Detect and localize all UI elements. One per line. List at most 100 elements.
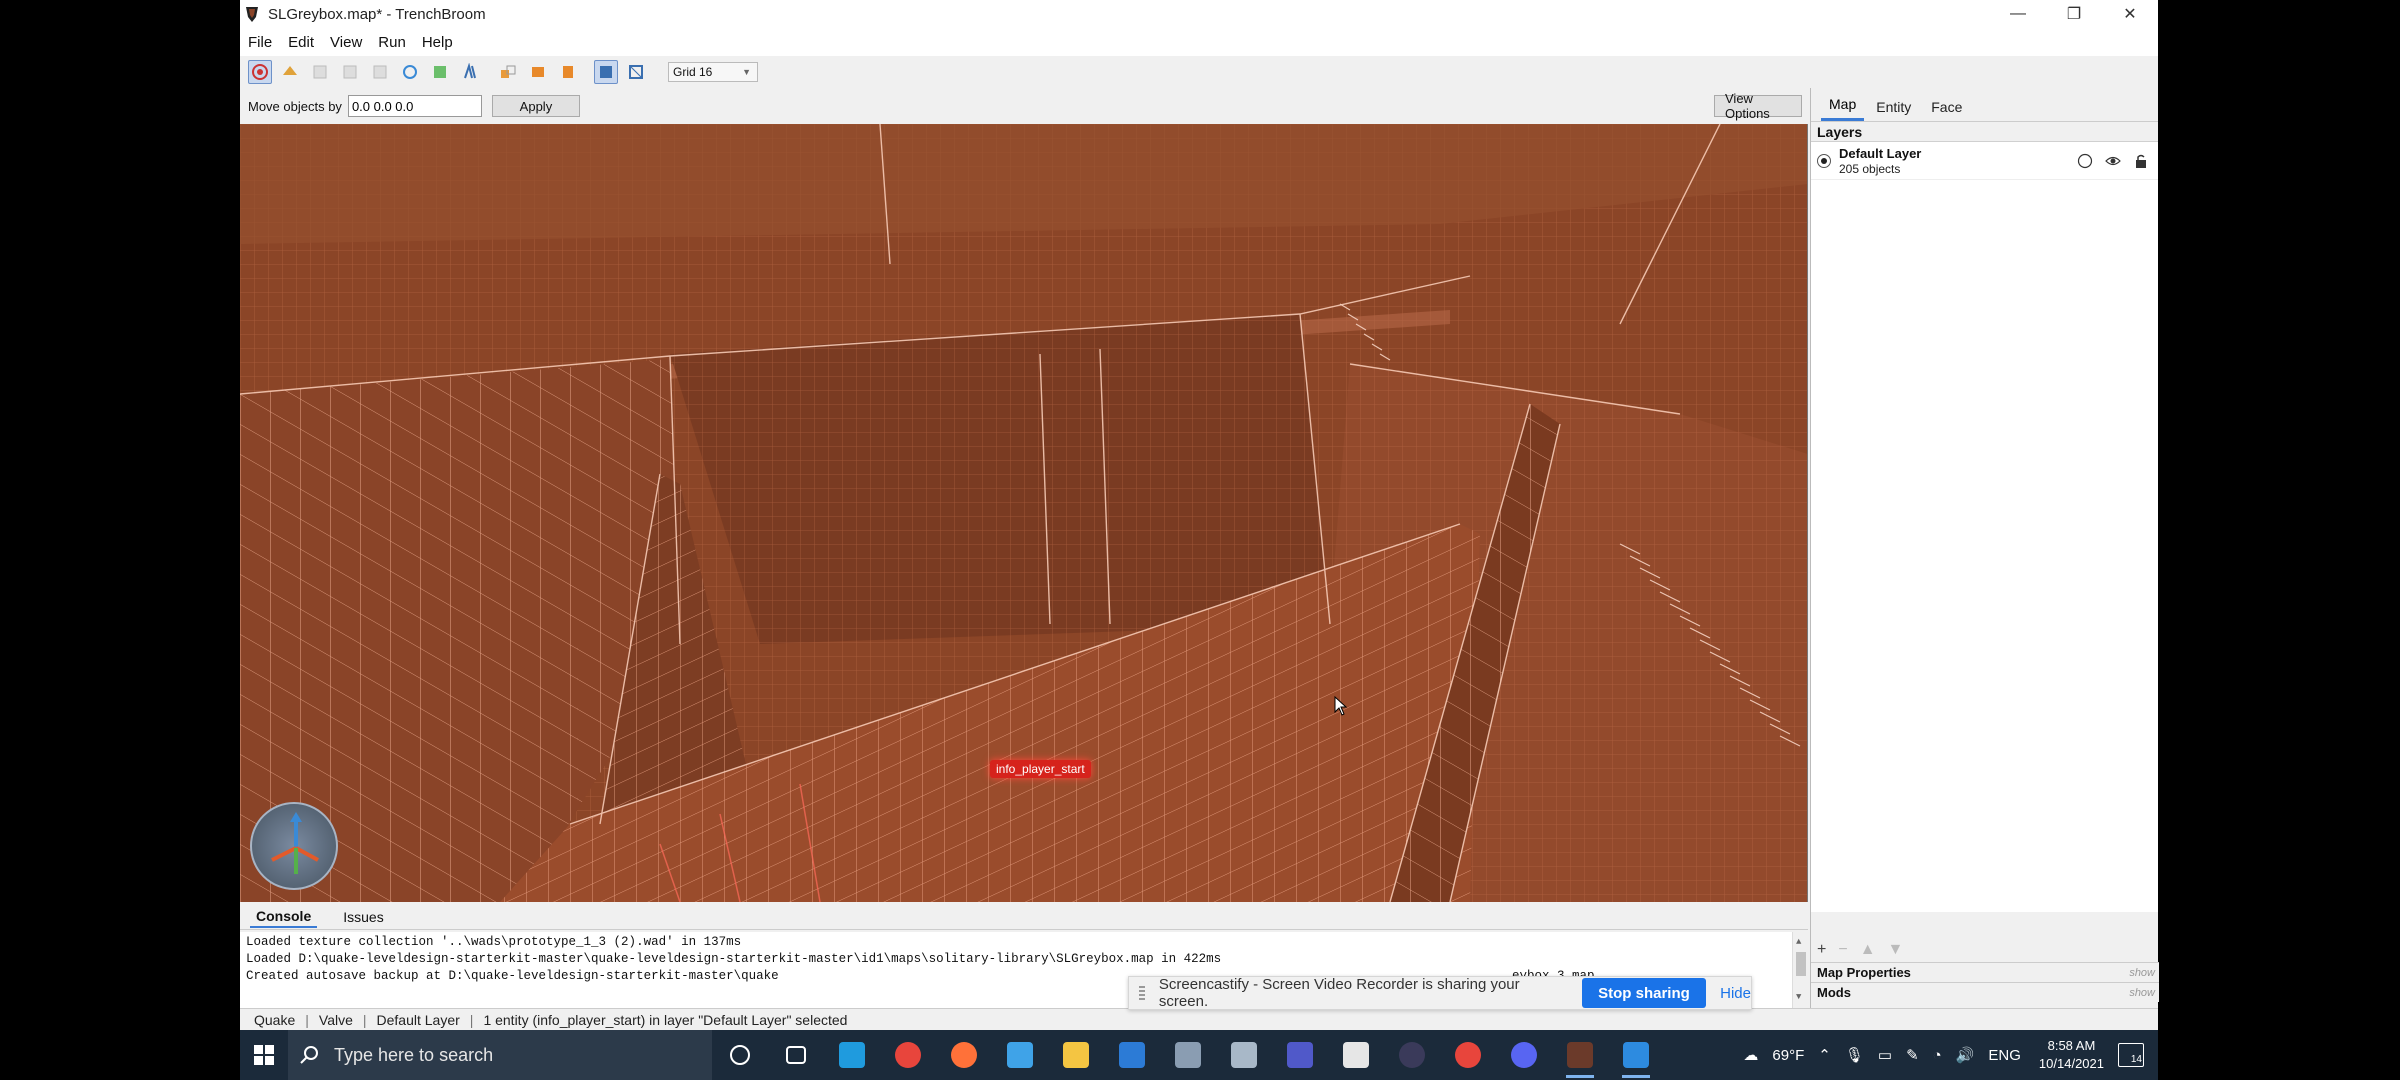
chrome-2-icon	[1455, 1042, 1481, 1068]
gear-app-taskbar-button[interactable]	[1160, 1030, 1216, 1080]
inspector-tabs: Map Entity Face	[1811, 88, 2158, 122]
mail-taskbar-button[interactable]	[1104, 1030, 1160, 1080]
grid-size-value: Grid 16	[673, 65, 713, 79]
active-layer-radio[interactable]	[1817, 153, 1831, 168]
tab-map[interactable]: Map	[1821, 96, 1865, 121]
snap-mode-icon[interactable]	[624, 60, 648, 84]
texture-lock-icon[interactable]	[458, 60, 482, 84]
trenchbroom-taskbar-button[interactable]	[1552, 1030, 1608, 1080]
layer-omit-icon[interactable]	[2076, 152, 2094, 170]
move-layer-down-button[interactable]: ▼	[1888, 941, 1904, 959]
chevron-down-icon: ▼	[742, 67, 751, 77]
entity-label-info-player-start[interactable]: info_player_start	[990, 760, 1091, 778]
file-explorer-taskbar-button[interactable]	[1048, 1030, 1104, 1080]
firefox-taskbar-button[interactable]	[936, 1030, 992, 1080]
chrome-taskbar-button[interactable]	[880, 1030, 936, 1080]
start-button[interactable]	[240, 1030, 288, 1080]
restore-button[interactable]: ❐	[2046, 0, 2102, 28]
flip-vertical-icon[interactable]	[556, 60, 580, 84]
menu-help[interactable]: Help	[422, 34, 453, 51]
brush-tool-icon[interactable]	[248, 60, 272, 84]
minimize-button[interactable]: —	[1990, 0, 2046, 28]
apply-button[interactable]: Apply	[491, 95, 580, 117]
eye-icon[interactable]	[2104, 152, 2122, 170]
teams-taskbar-button[interactable]	[1272, 1030, 1328, 1080]
drag-handle-icon[interactable]	[1139, 986, 1145, 1000]
pen-icon[interactable]: ✎	[1906, 1046, 1919, 1064]
blue-app-taskbar-button[interactable]	[992, 1030, 1048, 1080]
clock[interactable]: 8:58 AM 10/14/2021	[2039, 1037, 2104, 1073]
tab-face[interactable]: Face	[1923, 99, 1970, 121]
view-options-button[interactable]: View Options	[1714, 91, 1802, 121]
hide-share-button[interactable]: Hide	[1720, 985, 1751, 1002]
3d-viewport[interactable]: info_player_start	[240, 124, 1808, 902]
edge-icon	[839, 1042, 865, 1068]
tab-entity[interactable]: Entity	[1868, 99, 1919, 121]
status-bar: Quake | Valve | Default Layer | 1 entity…	[240, 1008, 2158, 1030]
lock-icon[interactable]	[2132, 152, 2150, 170]
terminal-icon	[1343, 1042, 1369, 1068]
discord-taskbar-button[interactable]	[1496, 1030, 1552, 1080]
map-properties-title: Map Properties	[1817, 965, 1911, 980]
clip-tool-icon[interactable]	[428, 60, 452, 84]
weather-icon[interactable]: ☁	[1743, 1046, 1758, 1064]
tab-issues[interactable]: Issues	[337, 907, 389, 927]
move-layer-up-button[interactable]: ▲	[1860, 941, 1876, 959]
layer-row-default[interactable]: Default Layer 205 objects	[1811, 142, 2158, 180]
flip-horizontal-icon[interactable]	[526, 60, 550, 84]
scroll-down-icon[interactable]: ▼	[1796, 989, 1801, 1006]
gear-app-icon	[1175, 1042, 1201, 1068]
menu-run[interactable]: Run	[378, 34, 406, 51]
trenchbroom-window: SLGreybox.map* - TrenchBroom — ❐ ✕ File …	[240, 0, 2159, 1030]
menu-edit[interactable]: Edit	[288, 34, 314, 51]
edge-taskbar-button[interactable]	[824, 1030, 880, 1080]
remove-layer-button[interactable]: −	[1838, 941, 1847, 959]
menu-file[interactable]: File	[248, 34, 272, 51]
close-button[interactable]: ✕	[2102, 0, 2158, 28]
face-tool-icon[interactable]	[368, 60, 392, 84]
menu-view[interactable]: View	[330, 34, 362, 51]
weather-temp[interactable]: 69°F	[1772, 1047, 1804, 1064]
map-geometry	[240, 124, 1807, 902]
notifications-icon[interactable]: 14	[2118, 1043, 2144, 1067]
axis-arrows-icon	[271, 812, 319, 874]
status-format: Valve	[318, 1011, 353, 1028]
volume-icon[interactable]: 🔊	[1956, 1046, 1975, 1064]
vertex-tool-icon[interactable]	[308, 60, 332, 84]
mods-show-link[interactable]: show	[2129, 987, 2155, 999]
layer-object-count: 205 objects	[1839, 161, 1901, 176]
task-view-taskbar-button[interactable]	[768, 1030, 824, 1080]
terminal-taskbar-button[interactable]	[1328, 1030, 1384, 1080]
teams-icon	[1287, 1042, 1313, 1068]
stop-sharing-button[interactable]: Stop sharing	[1581, 978, 1707, 1008]
mods-section[interactable]: Mods show	[1811, 982, 2159, 1002]
language-indicator[interactable]: ENG	[1988, 1047, 2021, 1064]
chrome-2-taskbar-button[interactable]	[1440, 1030, 1496, 1080]
scroll-up-icon[interactable]: ▲	[1796, 934, 1801, 951]
battery-icon[interactable]: ▭	[1878, 1046, 1892, 1064]
map-properties-show-link[interactable]: show	[2129, 967, 2155, 979]
map-properties-section[interactable]: Map Properties show	[1811, 962, 2159, 982]
obs-taskbar-button[interactable]	[1384, 1030, 1440, 1080]
rotate-tool-icon[interactable]	[398, 60, 422, 84]
photos-icon	[1623, 1042, 1649, 1068]
taskbar-search[interactable]: Type here to search	[288, 1030, 712, 1080]
duplicate-icon[interactable]	[496, 60, 520, 84]
tab-console[interactable]: Console	[250, 906, 318, 928]
move-objects-bar: Move objects by Apply View Options	[240, 90, 1808, 122]
selection-mode-icon[interactable]	[594, 60, 618, 84]
wifi-icon[interactable]: ◔	[1933, 1047, 1942, 1064]
microphone-icon[interactable]: 🎙	[1845, 1046, 1864, 1064]
edge-tool-icon[interactable]	[338, 60, 362, 84]
move-objects-input[interactable]	[347, 95, 482, 117]
blue-app-icon	[1007, 1042, 1033, 1068]
add-layer-button[interactable]: +	[1817, 941, 1826, 959]
photos-taskbar-button[interactable]	[1608, 1030, 1664, 1080]
scroll-thumb[interactable]	[1796, 952, 1806, 976]
gear-app-2-taskbar-button[interactable]	[1216, 1030, 1272, 1080]
chevron-up-icon[interactable]: ⌃	[1818, 1046, 1831, 1064]
entity-tool-icon[interactable]	[278, 60, 302, 84]
console-scrollbar[interactable]: ▲ ▼	[1792, 932, 1808, 1008]
cortana-taskbar-button[interactable]	[712, 1030, 768, 1080]
grid-size-select[interactable]: Grid 16 ▼	[668, 62, 758, 82]
